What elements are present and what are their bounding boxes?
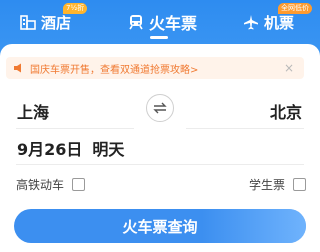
departure-city[interactable]: 上海 [17,99,49,123]
active-tab-indicator [150,36,168,39]
search-button[interactable]: 火车票查询 [14,209,306,243]
high-speed-label: 高铁动车 [16,178,65,192]
relative-day: 明天 [92,140,125,159]
date-selector[interactable]: 9月26日 明天 [17,136,124,160]
divider [16,128,134,129]
tab-train-label: 火车票 [149,14,198,33]
hotel-icon [20,14,36,30]
high-speed-option[interactable]: 高铁动车 [16,176,86,193]
arrival-city[interactable]: 北京 [270,99,302,123]
student-ticket-option[interactable]: 学生票 [249,176,307,193]
close-icon[interactable]: × [284,61,294,75]
high-speed-checkbox[interactable] [72,178,86,191]
student-ticket-label: 学生票 [249,178,286,192]
plane-icon [243,14,259,30]
divider [16,164,304,165]
hotel-promo-badge: 7½折 [63,3,88,14]
departure-date: 9月26日 [17,140,83,159]
speaker-icon [13,63,25,73]
tab-hotel-label: 酒店 [41,13,72,32]
button-highlight [202,209,306,243]
search-card: 国庆车票开售，查看双通道抢票攻略> × 上海 北京 9月26日 明天 高铁动车 … [0,44,320,252]
student-ticket-checkbox[interactable] [293,178,307,191]
tab-train[interactable]: 火车票 [128,10,197,34]
notice-text: 国庆车票开售，查看双通道抢票攻略> [30,64,199,76]
swap-icon[interactable] [146,94,174,122]
notice-banner[interactable]: 国庆车票开售，查看双通道抢票攻略> × [6,57,304,79]
train-icon [128,14,144,30]
flight-promo-badge: 全网低价 [278,3,312,14]
search-button-label: 火车票查询 [122,217,198,236]
divider [186,128,304,129]
tab-flight-label: 机票 [264,13,295,32]
